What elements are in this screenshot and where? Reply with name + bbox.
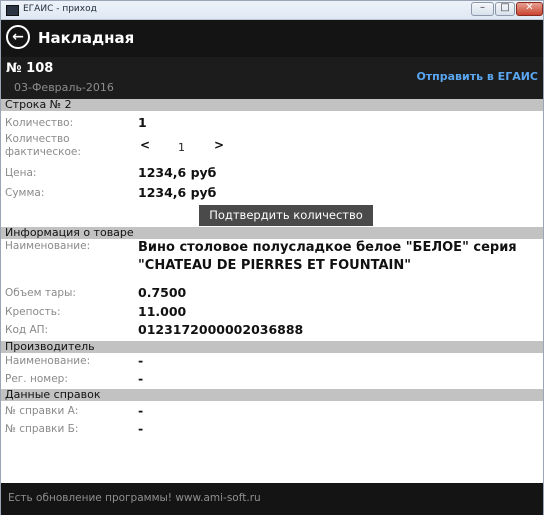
cert-a-label: № справки А: (5, 405, 79, 417)
product-name-label: Наименование: (5, 240, 91, 252)
close-icon: ✕ (525, 2, 534, 13)
content-area: Строка № 2 Количество: 1 Количество факт… (1, 99, 543, 483)
cert-b-label: № справки Б: (5, 423, 79, 435)
producer-reg-value: - (138, 371, 144, 386)
window-title: ЕГАИС - приход (23, 4, 97, 14)
section-header-certificates: Данные справок (1, 389, 543, 401)
app-header: ← Накладная (1, 20, 543, 57)
strength-value: 11.000 (138, 304, 187, 319)
footer-bar: Есть обновление программы! www.ami-soft.… (1, 483, 543, 515)
section-header-producer: Производитель (1, 341, 543, 353)
document-date: 03-Февраль-2016 (14, 81, 114, 94)
producer-name-value: - (138, 353, 144, 368)
confirm-quantity-button[interactable]: Подтвердить количество (199, 205, 373, 226)
stepper-increment-button[interactable]: > (214, 138, 224, 152)
sum-label: Сумма: (5, 187, 45, 199)
minimize-button[interactable]: – (471, 2, 494, 16)
maximize-button[interactable]: □ (495, 2, 515, 16)
actual-quantity-value[interactable]: 1 (178, 141, 185, 154)
volume-label: Объем тары: (5, 287, 76, 299)
volume-value: 0.7500 (138, 285, 187, 300)
arrow-left-icon: ← (12, 29, 24, 45)
back-button[interactable]: ← (6, 25, 30, 49)
code-value: 0123172000002036888 (138, 322, 304, 337)
price-value: 1234,6 руб (138, 165, 217, 180)
strength-label: Крепость: (5, 306, 61, 318)
section-header-row: Строка № 2 (1, 99, 543, 111)
title-bar: ЕГАИС - приход – □ ✕ (1, 1, 543, 20)
quantity-value: 1 (138, 115, 147, 130)
app-icon (6, 5, 19, 16)
close-button[interactable]: ✕ (516, 2, 543, 16)
sum-value: 1234,6 руб (138, 185, 217, 200)
actual-quantity-label-line1: Количество (5, 133, 70, 145)
price-label: Цена: (5, 167, 37, 179)
document-bar: № 108 03-Февраль-2016 Отправить в ЕГАИС (1, 57, 543, 99)
page-title: Накладная (38, 29, 135, 47)
section-header-product: Информация о товаре (1, 227, 543, 239)
producer-name-label: Наименование: (5, 355, 91, 367)
stepper-decrement-button[interactable]: < (140, 138, 150, 152)
producer-reg-label: Рег. номер: (5, 373, 68, 385)
cert-a-value: - (138, 403, 144, 418)
document-number: № 108 (6, 61, 54, 76)
maximize-icon: □ (500, 2, 510, 13)
quantity-label: Количество: (5, 117, 74, 129)
actual-quantity-label-line2: фактическое: (5, 146, 81, 158)
app-window: ЕГАИС - приход – □ ✕ ← Накладная № 108 0… (0, 0, 544, 515)
cert-b-value: - (138, 421, 144, 436)
update-notice[interactable]: Есть обновление программы! www.ami-soft.… (8, 492, 261, 504)
send-to-egais-button[interactable]: Отправить в ЕГАИС (416, 70, 538, 83)
code-label: Код АП: (5, 324, 49, 336)
minimize-icon: – (480, 2, 485, 13)
product-name-value: Вино столовое полусладкое белое "БЕЛОЕ" … (138, 240, 517, 273)
